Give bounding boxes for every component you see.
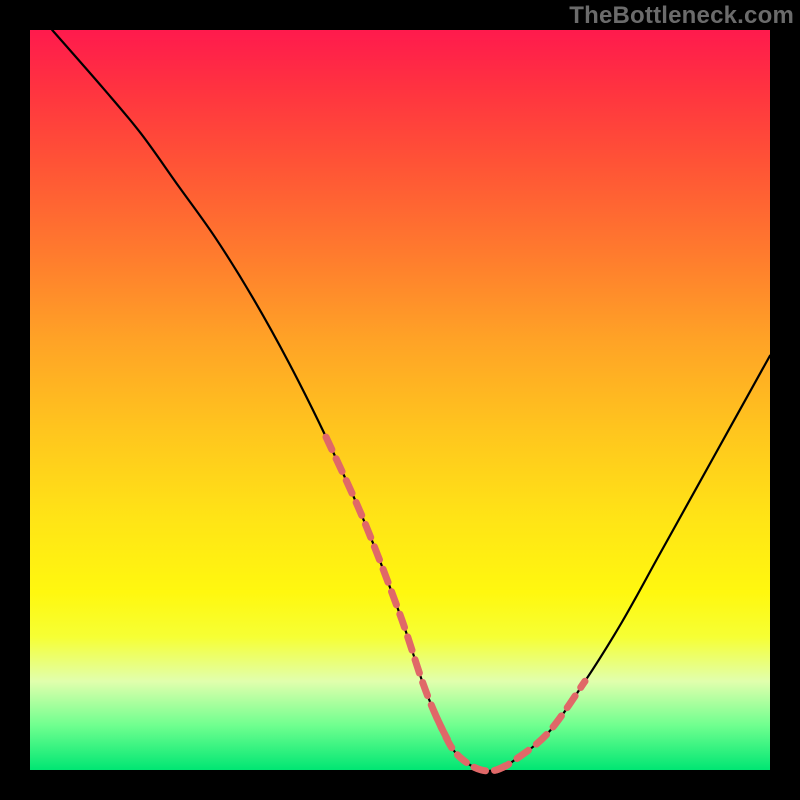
bottleneck-curve xyxy=(52,30,770,771)
chart-curve-layer xyxy=(30,30,770,770)
chart-frame: TheBottleneck.com xyxy=(0,0,800,800)
valley-dash-left xyxy=(326,437,452,748)
valley-dash-bottom xyxy=(437,718,511,771)
watermark-text: TheBottleneck.com xyxy=(569,2,794,30)
valley-dash-right xyxy=(496,681,585,770)
